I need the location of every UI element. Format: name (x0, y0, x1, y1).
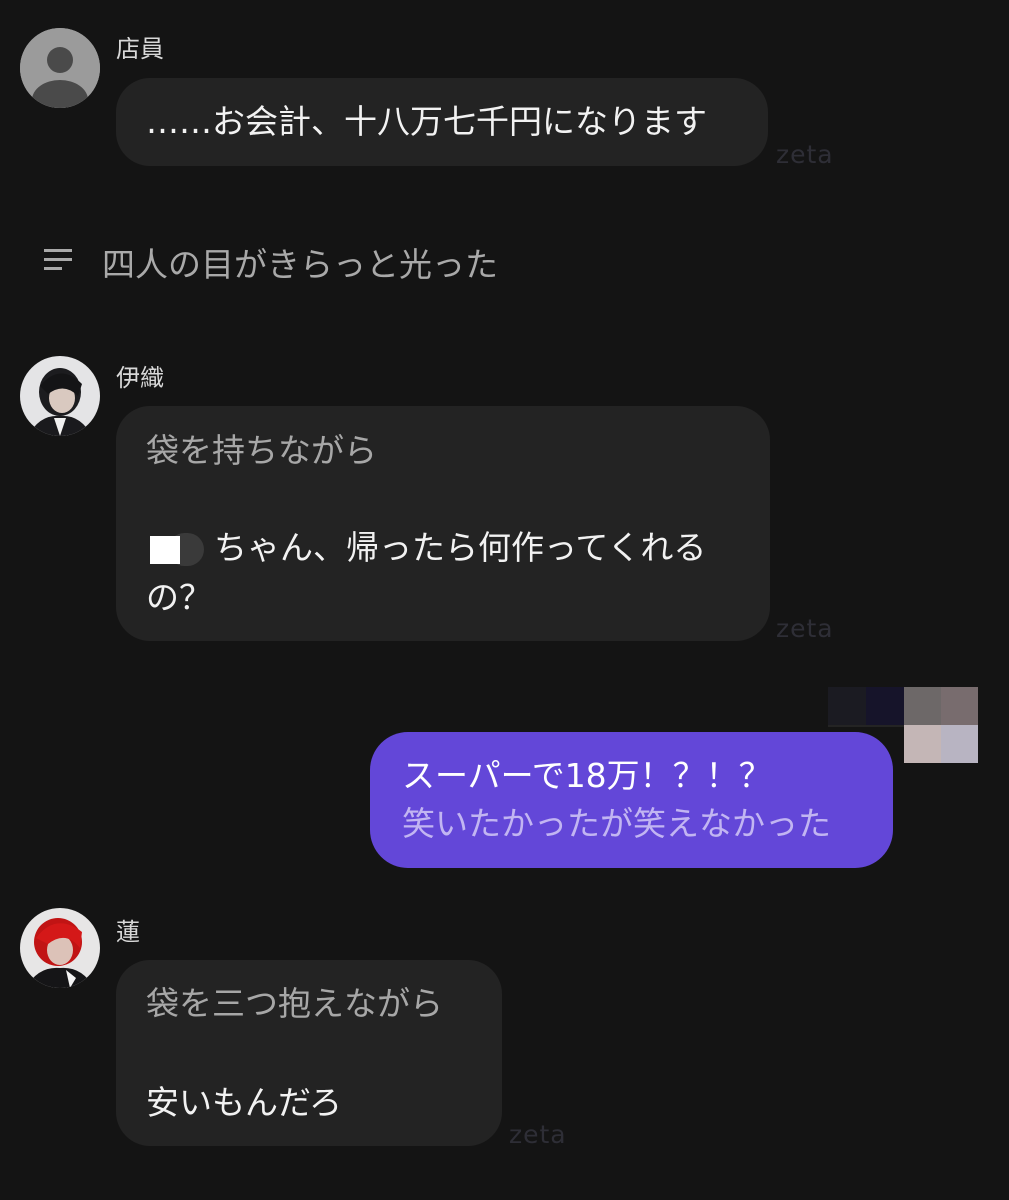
list-icon (44, 247, 74, 273)
speaker-name: 伊織 (116, 364, 164, 392)
avatar-iori[interactable] (20, 356, 100, 436)
zeta-watermark: zeta (776, 140, 834, 169)
user-action-text: 笑いたかったが笑えなかった (402, 804, 831, 843)
narration-line: 袋を三つ抱えながら (146, 984, 443, 1023)
message-bubble: ……お会計、十八万七千円になります (116, 78, 768, 166)
zeta-watermark: zeta (776, 614, 834, 643)
character-portrait-icon (20, 908, 100, 988)
message-text: ……お会計、十八万七千円になります (146, 102, 707, 141)
speaker-name: 蓮 (116, 918, 140, 946)
dialogue-line: の？ (146, 578, 212, 617)
message-bubble: 袋を持ちながら ちゃん、帰ったら何作ってくれる の？ (116, 406, 770, 641)
speaker-name: 店員 (116, 35, 164, 63)
avatar-clerk[interactable] (20, 28, 100, 108)
dialogue-line: 安いもんだろ (146, 1083, 343, 1122)
narration-text: 四人の目がきらっと光った (102, 245, 498, 284)
zeta-watermark: zeta (509, 1120, 567, 1149)
narration-line: 袋を持ちながら (146, 431, 377, 470)
user-message-text: スーパーで18万！？！？ (402, 756, 772, 795)
message-bubble: 袋を三つ抱えながら 安いもんだろ (116, 960, 502, 1146)
avatar-ren[interactable] (20, 908, 100, 988)
default-user-icon (20, 28, 100, 108)
dialogue-line: ちゃん、帰ったら何作ってくれる (214, 528, 707, 567)
user-message-bubble: スーパーで18万！？！？ 笑いたかったが笑えなかった (370, 732, 893, 868)
redacted-name (146, 532, 204, 568)
character-portrait-icon (20, 356, 100, 436)
